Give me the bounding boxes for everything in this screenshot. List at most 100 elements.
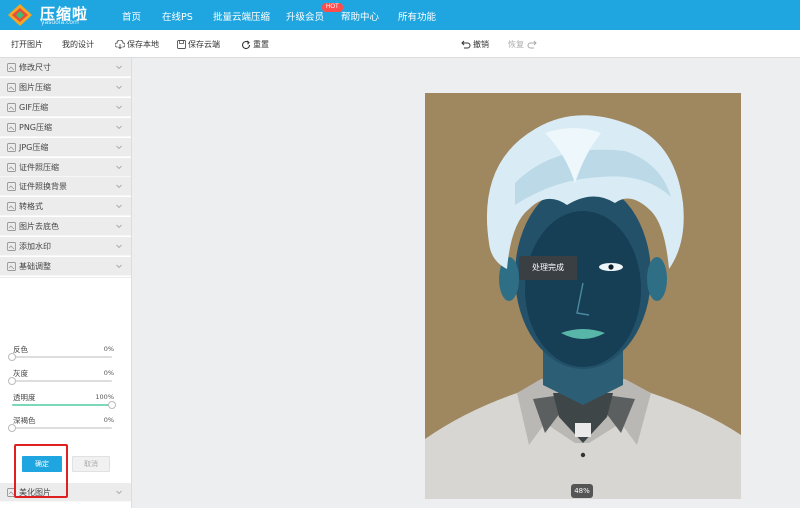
sidebar-item-label: 修改尺寸 xyxy=(19,63,51,72)
logo-icon xyxy=(8,4,32,26)
slider-label: 深褐色 xyxy=(13,416,36,425)
sidebar-item-convert[interactable]: 转格式 xyxy=(0,197,131,217)
image-compress-icon xyxy=(7,82,16,92)
my-designs-label: 我的设计 xyxy=(62,40,94,49)
save-local-label: 保存本地 xyxy=(127,40,159,49)
logo[interactable]: 压缩啦 yasuola.com xyxy=(8,3,118,27)
resize-icon xyxy=(7,63,16,72)
sidebar-item-label: 图片压缩 xyxy=(19,82,51,92)
processing-complete-toast: 处理完成 xyxy=(519,256,577,280)
chevron-down-icon xyxy=(116,165,122,169)
chevron-down-icon xyxy=(116,65,122,70)
chevron-down-icon xyxy=(116,105,122,109)
slider-row: 深褐色 0% xyxy=(8,415,114,433)
slider-row: 灰度 0% xyxy=(8,368,114,386)
nav-batch-compress[interactable]: 批量云端压缩 xyxy=(213,9,270,23)
redo-button[interactable]: 恢复 xyxy=(508,39,539,50)
sidebar-item-watermark[interactable]: 添加水印 xyxy=(0,237,131,257)
nav-upgrade-vip[interactable]: 升级会员 xyxy=(286,9,324,23)
undo-icon xyxy=(461,40,471,49)
sidebar-item-gif[interactable]: GIF压缩 xyxy=(0,97,131,117)
sidebar-item-basic-adjust[interactable]: 基础调整 xyxy=(0,257,131,276)
slider-row: 透明度 100% xyxy=(12,392,116,410)
toolbar: 打开图片 我的设计 保存本地 保存云端 重置 撤销 恢复 xyxy=(0,30,800,58)
sidebar-item-id-background[interactable]: 证件照换背景 xyxy=(0,177,131,197)
sidebar-item-remove-bg[interactable]: 图片去底色 xyxy=(0,217,131,237)
zoom-indicator[interactable]: 48% xyxy=(571,484,593,498)
nav-help[interactable]: 帮助中心 xyxy=(341,9,379,23)
slider-track[interactable] xyxy=(8,353,112,361)
gif-icon xyxy=(7,102,16,112)
redo-icon xyxy=(527,40,537,49)
nav-all-features[interactable]: 所有功能 xyxy=(398,9,436,23)
sidebar-item-label: JPG压缩 xyxy=(19,142,49,152)
save-local-button[interactable]: 保存本地 xyxy=(115,39,159,50)
chevron-down-icon xyxy=(116,185,122,189)
sidebar-item-label: PNG压缩 xyxy=(19,122,53,132)
reset-label: 重置 xyxy=(253,40,269,49)
cancel-button[interactable]: 取消 xyxy=(72,456,110,472)
edited-photo[interactable] xyxy=(425,93,741,499)
refresh-icon xyxy=(242,40,251,49)
save-cloud-button[interactable]: 保存云端 xyxy=(177,39,220,50)
slider-handle[interactable] xyxy=(8,377,16,385)
undo-label: 撤销 xyxy=(473,40,489,49)
sidebar-item-jpg[interactable]: JPG压缩 xyxy=(0,137,131,157)
chevron-down-icon xyxy=(116,145,122,149)
id-background-icon xyxy=(7,182,16,192)
chevron-down-icon xyxy=(116,244,122,249)
sidebar-item-label: 添加水印 xyxy=(19,242,51,252)
logo-subtitle: yasuola.com xyxy=(41,19,79,26)
undo-button[interactable]: 撤销 xyxy=(461,39,489,50)
slider-label: 灰度 xyxy=(13,369,28,378)
slider-fill xyxy=(12,404,112,406)
basic-adjust-icon xyxy=(7,262,16,271)
jpg-icon xyxy=(7,142,16,152)
hot-badge: HOT xyxy=(322,3,343,12)
sidebar-item-label: 基础调整 xyxy=(19,262,51,271)
remove-bg-icon xyxy=(7,222,16,232)
chevron-down-icon xyxy=(116,125,122,129)
redo-label: 恢复 xyxy=(508,40,524,49)
save-cloud-label: 保存云端 xyxy=(188,40,220,49)
my-designs-button[interactable]: 我的设计 xyxy=(62,39,94,50)
reset-button[interactable]: 重置 xyxy=(241,39,269,50)
slider-value: 0% xyxy=(103,416,114,424)
nav-online-ps[interactable]: 在线PS xyxy=(162,9,193,23)
open-image-button[interactable]: 打开图片 xyxy=(11,39,43,50)
id-photo-icon xyxy=(7,162,16,172)
sidebar-item-png[interactable]: PNG压缩 xyxy=(0,117,131,137)
slider-label: 透明度 xyxy=(13,393,36,402)
sidebar-item-label: GIF压缩 xyxy=(19,102,49,112)
inverted-portrait-image xyxy=(425,93,741,499)
sidebar-item-label: 证件照压缩 xyxy=(19,162,59,172)
slider-handle[interactable] xyxy=(108,401,116,409)
sidebar-item-label: 图片去底色 xyxy=(19,222,59,232)
sidebar-item-resize[interactable]: 修改尺寸 xyxy=(0,58,131,77)
nav-home[interactable]: 首页 xyxy=(122,9,141,23)
slider-handle[interactable] xyxy=(8,353,16,361)
sidebar-item-label: 转格式 xyxy=(19,202,43,212)
png-icon xyxy=(7,122,16,132)
slider-label: 反色 xyxy=(13,345,28,354)
slider-track[interactable] xyxy=(12,401,116,409)
slider-value: 0% xyxy=(103,369,114,377)
slider-row: 反色 0% xyxy=(8,344,114,362)
slider-track[interactable] xyxy=(8,377,112,385)
sidebar-item-image-compress[interactable]: 图片压缩 xyxy=(0,77,131,97)
slider-track[interactable] xyxy=(8,424,112,432)
confirm-button[interactable]: 确定 xyxy=(22,456,62,472)
chevron-down-icon xyxy=(116,224,122,229)
chevron-down-icon xyxy=(116,85,122,90)
save-icon xyxy=(177,40,186,49)
chevron-down-icon xyxy=(116,490,122,495)
open-image-label: 打开图片 xyxy=(11,40,43,49)
slider-handle[interactable] xyxy=(8,424,16,432)
convert-icon xyxy=(7,202,16,212)
slider-value: 0% xyxy=(103,345,114,353)
sidebar-item-id-photo[interactable]: 证件照压缩 xyxy=(0,157,131,177)
chevron-down-icon xyxy=(116,264,122,269)
chevron-down-icon xyxy=(116,204,122,209)
sidebar-item-label: 证件照换背景 xyxy=(19,182,67,192)
top-nav: 压缩啦 yasuola.com 首页 在线PS 批量云端压缩 升级会员 HOT … xyxy=(0,0,800,30)
